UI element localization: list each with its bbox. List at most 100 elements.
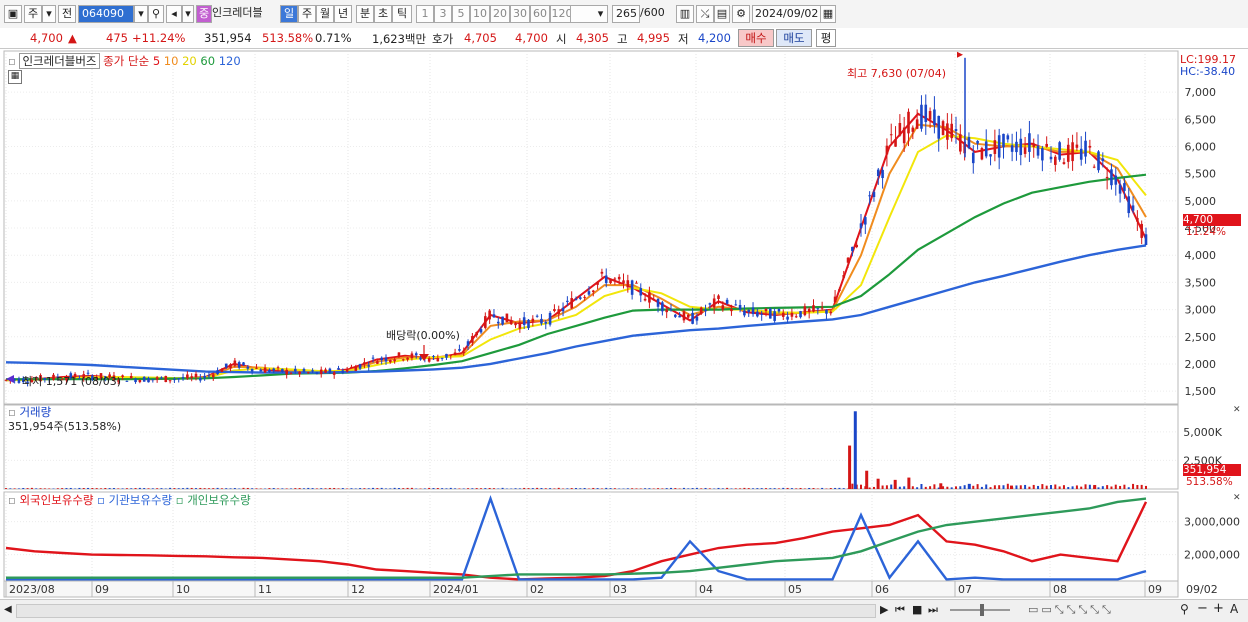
date-input[interactable]: 2024/09/02 bbox=[752, 5, 822, 23]
period-sec-button[interactable]: 초 bbox=[374, 5, 392, 23]
window-icon[interactable]: ▣ bbox=[4, 5, 22, 23]
period-year-button[interactable]: 년 bbox=[334, 5, 352, 23]
draw-icon[interactable]: ⤯ bbox=[696, 5, 714, 23]
interval-button-20[interactable]: 20 bbox=[490, 5, 510, 23]
eval-button[interactable]: 평 bbox=[816, 29, 836, 47]
save-icon[interactable]: ▤ bbox=[714, 5, 730, 23]
sell-button[interactable]: 매도 bbox=[776, 29, 812, 47]
candle-body bbox=[683, 311, 686, 320]
volume-bar bbox=[1028, 487, 1030, 489]
zoom-icon[interactable]: ⚲ bbox=[1180, 602, 1189, 616]
holdings-close-icon[interactable]: ✕ bbox=[1233, 493, 1241, 503]
gear-icon[interactable]: ⚙ bbox=[732, 5, 750, 23]
count-input[interactable]: 265 bbox=[612, 5, 640, 23]
legend-foreign[interactable]: 외국인보유수량 bbox=[19, 493, 93, 507]
period-day-button[interactable]: 일 bbox=[280, 5, 298, 23]
rewind-icon[interactable]: ⏮ bbox=[895, 603, 905, 617]
zoom-in-icon[interactable]: + bbox=[1213, 601, 1224, 616]
prev-button[interactable]: 전 bbox=[58, 5, 76, 23]
buy-button[interactable]: 매수 bbox=[738, 29, 774, 47]
volume-bar bbox=[640, 488, 642, 489]
volume-bar bbox=[821, 488, 823, 489]
candle-body bbox=[678, 316, 681, 318]
candle-body bbox=[639, 288, 642, 295]
interval-button-60[interactable]: 60 bbox=[530, 5, 550, 23]
code-dropdown-icon[interactable]: ▾ bbox=[134, 5, 148, 23]
volume-bar bbox=[502, 488, 504, 489]
volume-bar bbox=[700, 488, 702, 489]
interval-button-10[interactable]: 10 bbox=[470, 5, 490, 23]
open: 4,305 bbox=[576, 31, 609, 45]
ma-legend-5[interactable]: 5 bbox=[153, 54, 160, 68]
chart-area[interactable]: 7,0006,5006,0005,5005,0004,5004,0003,500… bbox=[0, 49, 1248, 600]
table-icon[interactable]: ▦ bbox=[8, 70, 22, 84]
toolbar: ▣ 주 ▾ 전 064090 ▾ ⚲ ◂ ▾ 중 인크레더블 일 주 월 년 분… bbox=[0, 0, 1248, 29]
text-size-icon[interactable]: A bbox=[1230, 602, 1238, 616]
volume-close-icon[interactable]: ✕ bbox=[1233, 405, 1241, 415]
volume-handle-icon[interactable]: ▫ bbox=[8, 405, 16, 419]
handle-icon[interactable]: ▫ bbox=[8, 54, 16, 68]
zoom-out-icon[interactable]: − bbox=[1197, 601, 1208, 616]
candle-body bbox=[536, 316, 539, 317]
interval-button-30[interactable]: 30 bbox=[510, 5, 530, 23]
bars-icon[interactable]: ▥ bbox=[676, 5, 694, 23]
volume-bar bbox=[368, 488, 370, 489]
scroll-left-icon[interactable]: ◀ bbox=[4, 604, 12, 615]
interval-button-1[interactable]: 1 bbox=[416, 5, 434, 23]
search-icon[interactable]: ⚲ bbox=[148, 5, 164, 23]
candle-body bbox=[812, 305, 815, 311]
interval-button-5[interactable]: 5 bbox=[452, 5, 470, 23]
period-week-button[interactable]: 주 bbox=[298, 5, 316, 23]
ma-legend-120[interactable]: 120 bbox=[219, 54, 241, 68]
volume-bar bbox=[1115, 485, 1117, 489]
volume-bar bbox=[22, 488, 24, 489]
holdings-handle-icon[interactable]: ▫ bbox=[8, 493, 16, 507]
speaker-icon[interactable]: ◂ bbox=[166, 5, 182, 23]
x-tick-label: 03 bbox=[613, 583, 627, 596]
legend-institution[interactable]: 기관보유수량 bbox=[109, 493, 172, 507]
ma-legend-20[interactable]: 20 bbox=[182, 54, 197, 68]
ma-legend-60[interactable]: 60 bbox=[200, 54, 215, 68]
period-min-button[interactable]: 분 bbox=[356, 5, 374, 23]
candle-body bbox=[665, 310, 668, 313]
market-dropdown-icon[interactable]: ▾ bbox=[42, 5, 56, 23]
candle-body bbox=[868, 195, 871, 196]
drawing-tools-icon[interactable]: ▭▭⤡⤡⤡⤡⤡ bbox=[1028, 603, 1114, 617]
period-month-button[interactable]: 월 bbox=[316, 5, 334, 23]
fast-forward-icon[interactable]: ⏭ bbox=[928, 603, 938, 617]
volume-bar bbox=[329, 488, 331, 489]
price-tick-label: 6,500 bbox=[1185, 113, 1217, 126]
legend-individual[interactable]: 개인보유수량 bbox=[187, 493, 250, 507]
candle-body bbox=[722, 305, 725, 309]
candle-body bbox=[1058, 142, 1061, 159]
market-select[interactable]: 주 bbox=[24, 5, 42, 23]
volume-bar bbox=[221, 488, 223, 489]
interval-button-3[interactable]: 3 bbox=[434, 5, 452, 23]
period-tick-button[interactable]: 틱 bbox=[392, 5, 412, 23]
stock-name: 인크레더블 bbox=[212, 5, 276, 23]
stop-icon[interactable]: ■ bbox=[912, 603, 922, 616]
price-title[interactable]: 인크레더블버즈 bbox=[19, 53, 99, 69]
candle-body bbox=[475, 332, 478, 335]
horizontal-scrollbar[interactable] bbox=[16, 604, 876, 618]
period-year-label: 년 bbox=[338, 7, 348, 20]
interval-dropdown-icon[interactable]: ▾ bbox=[594, 5, 608, 23]
candle-body bbox=[1106, 177, 1109, 178]
candle-body bbox=[549, 313, 552, 325]
stock-code-input[interactable]: 064090 bbox=[78, 5, 134, 23]
candle-body bbox=[454, 352, 457, 355]
scroll-right-icon[interactable]: ▶ bbox=[880, 603, 888, 616]
volume-bar bbox=[467, 488, 469, 489]
candle-body bbox=[544, 322, 547, 324]
candle-body bbox=[234, 361, 237, 366]
zoom-slider-handle[interactable] bbox=[980, 604, 984, 616]
volume-bar bbox=[972, 486, 974, 489]
calendar-icon[interactable]: ▦ bbox=[820, 5, 836, 23]
volume-bar bbox=[165, 488, 167, 489]
volume-title[interactable]: 거래량 bbox=[19, 405, 51, 419]
price-tick-label: 3,000 bbox=[1185, 304, 1217, 317]
speaker-dropdown-icon[interactable]: ▾ bbox=[182, 5, 194, 23]
volume-bar bbox=[471, 488, 473, 489]
candle-body bbox=[929, 111, 932, 120]
ma-legend-10[interactable]: 10 bbox=[164, 54, 179, 68]
